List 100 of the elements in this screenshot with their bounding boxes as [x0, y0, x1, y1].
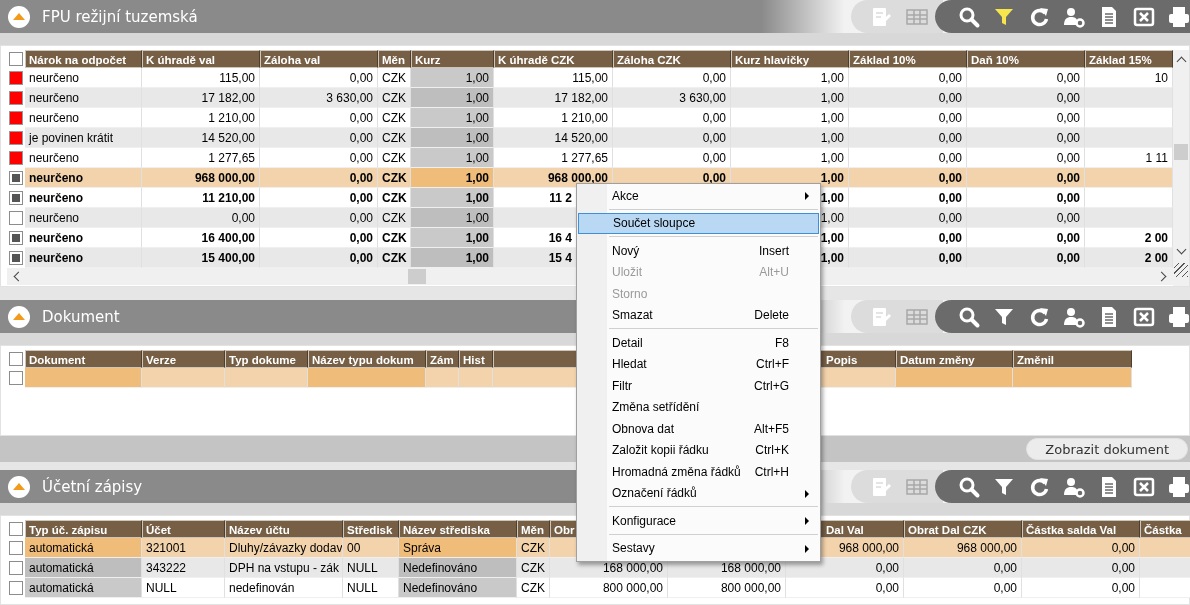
table-cell: 0,00 [260, 188, 378, 208]
table-cell: neurčeno [25, 88, 142, 108]
table-cell: neurčeno [25, 228, 142, 248]
table-cell: CZK [378, 228, 411, 248]
table-cell: neurčeno [25, 68, 142, 88]
table-cell: 0,00 [967, 88, 1085, 108]
menu-item-label: Změna setřídění [612, 400, 700, 415]
table-cell: DPH na vstupu - zák [225, 558, 343, 578]
shortcut-label: Ctrl+F [756, 357, 789, 372]
table-cell: 0,00 [967, 168, 1085, 188]
table-cell: 1,00 [731, 128, 849, 148]
menu-item-label: Detail [612, 335, 643, 350]
table-cell: 0,00 [967, 68, 1085, 88]
menu-item-label: Hromadná změna řádků [612, 464, 741, 479]
table-cell: 0,00 [260, 168, 378, 188]
table-cell: 0,00 [613, 148, 731, 168]
panel-title: Dokument [42, 307, 120, 326]
table-cell: 1,00 [411, 208, 494, 228]
table-cell: 0,00 [967, 248, 1085, 268]
table-cell: 0,00 [967, 108, 1085, 128]
table-cell: 800 000,00 [668, 578, 786, 598]
table-cell: 0,00 [849, 88, 967, 108]
table-cell: 0,00 [967, 148, 1085, 168]
shortcut-label: F8 [775, 335, 789, 350]
table-cell: 0,00 [967, 228, 1085, 248]
table-cell: 10 [1085, 68, 1173, 88]
table-cell: 0,00 [260, 108, 378, 128]
table-cell: 1,00 [411, 248, 494, 268]
table-cell: 1,00 [411, 128, 494, 148]
shortcut-label: Ctrl+G [754, 378, 789, 393]
menu-item-label: Obnova dat [612, 421, 675, 436]
table-cell: 1,00 [731, 108, 849, 128]
shortcut-label: Alt+F5 [754, 421, 789, 436]
menu-item-label: Smazat [612, 308, 653, 323]
table-cell: 0,00 [260, 248, 378, 268]
table-cell: 3 630,00 [613, 88, 731, 108]
table-cell: 115,00 [494, 68, 613, 88]
table-cell: CZK [517, 538, 550, 558]
table-cell: CZK [378, 88, 411, 108]
table-cell: neurčeno [25, 148, 142, 168]
table-cell: CZK [378, 188, 411, 208]
table-cell: NULL [142, 578, 225, 598]
table-cell: CZK [378, 68, 411, 88]
table-cell: Správa [399, 538, 517, 558]
menu-item-label: Hledat [612, 357, 647, 372]
table-cell: 15 400,00 [142, 248, 260, 268]
table-cell: 0,00 [849, 148, 967, 168]
table-cell: 1 210,00 [142, 108, 260, 128]
table-cell: 0,00 [613, 68, 731, 88]
table-cell: 1,00 [411, 228, 494, 248]
table-cell: 00 [343, 538, 399, 558]
table-cell: 1,00 [411, 68, 494, 88]
table-cell: neurčeno [25, 208, 142, 228]
table-cell: 2 00 [1085, 248, 1173, 268]
menu-item-label: Součet sloupce [613, 216, 696, 231]
table-cell: 0,00 [849, 168, 967, 188]
table-cell: 14 520,00 [142, 128, 260, 148]
table-cell: je povinen krátit [25, 128, 142, 148]
table-cell: 968 000,00 [904, 538, 1022, 558]
panel-title: Účetní zápisy [42, 477, 143, 496]
table-cell: 1 210,00 [494, 108, 613, 128]
table-cell: 1 277,65 [494, 148, 613, 168]
table-cell: 343222 [142, 558, 225, 578]
table-cell: NULL [343, 578, 399, 598]
menu-item-label: Uložit [612, 265, 642, 280]
table-cell: 1,00 [411, 168, 494, 188]
table-cell: 0,00 [786, 578, 904, 598]
table-cell: 0,00 [1022, 578, 1140, 598]
menu-item-label: Označení řádků [612, 486, 697, 501]
table-cell: 16 400,00 [142, 228, 260, 248]
table-cell: CZK [378, 108, 411, 128]
menu-item-label: Storno [612, 286, 648, 301]
table-cell: 0,00 [967, 188, 1085, 208]
menu-item-label: Založit kopii řádku [612, 443, 709, 458]
table-cell: 0,00 [967, 128, 1085, 148]
table-cell: 0,00 [613, 128, 731, 148]
table-cell: 0,00 [1022, 558, 1140, 578]
table-cell: Nedefinováno [399, 558, 517, 578]
table-cell: NULL [343, 558, 399, 578]
table-cell: 1,00 [731, 68, 849, 88]
table-cell: 0,00 [613, 108, 731, 128]
table-cell: 1,00 [411, 188, 494, 208]
table-cell: CZK [517, 578, 550, 598]
table-cell: 0,00 [260, 208, 378, 228]
table-cell: 0,00 [260, 128, 378, 148]
table-cell: neurčeno [25, 168, 142, 188]
shortcut-label: Delete [754, 308, 789, 323]
table-cell: 0,00 [849, 188, 967, 208]
menu-item-label: Filtr [612, 378, 632, 393]
table-cell: 0,00 [849, 208, 967, 228]
table-cell: 1,00 [411, 88, 494, 108]
table-cell: 0,00 [967, 208, 1085, 228]
table-cell: Nedefinováno [399, 578, 517, 598]
table-cell: CZK [378, 148, 411, 168]
table-cell: 0,00 [260, 68, 378, 88]
shortcut-label: Ctrl+H [754, 464, 789, 479]
table-cell: 17 182,00 [494, 88, 613, 108]
table-cell: 0,00 [260, 148, 378, 168]
table-cell: Dluhy/závazky dodav [225, 538, 343, 558]
table-cell: 0,00 [260, 228, 378, 248]
